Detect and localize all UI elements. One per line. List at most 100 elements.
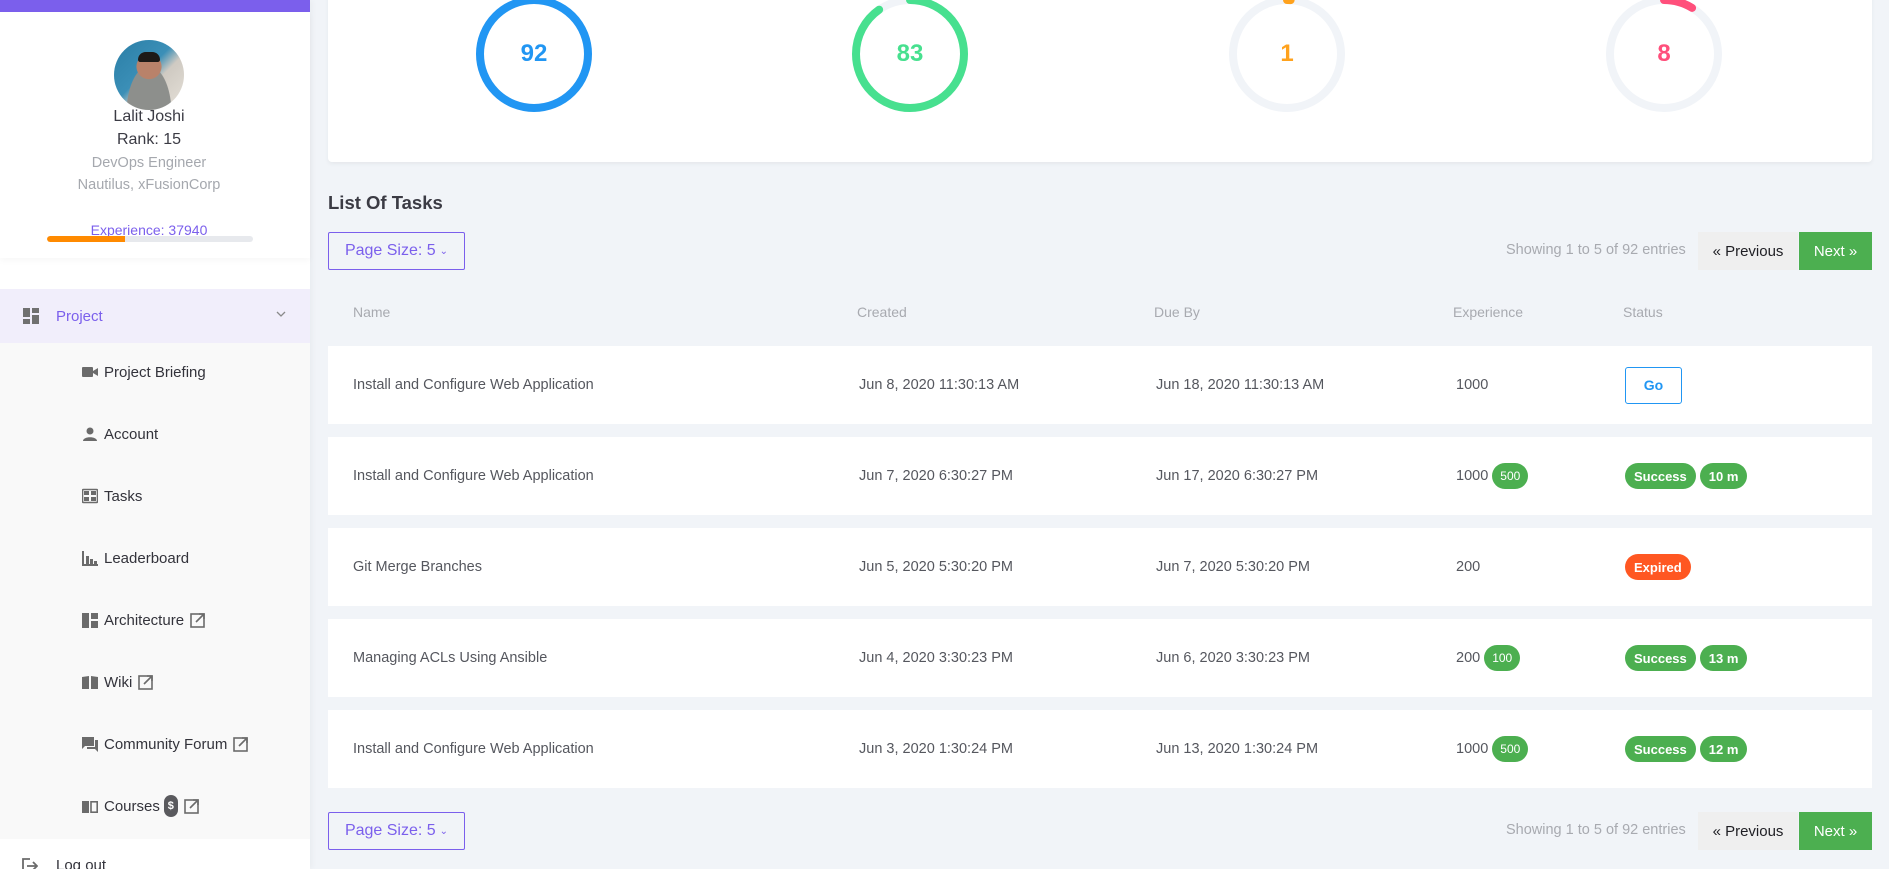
stat-total-tasks: 92: [474, 0, 594, 114]
duration-badge: 12 m: [1699, 736, 1748, 762]
bonus-badge: 500: [1492, 736, 1529, 762]
task-created: Jun 5, 2020 5:30:20 PM: [859, 559, 1013, 575]
experience-value: 200: [1456, 559, 1481, 575]
duration-badge: 10 m: [1699, 463, 1748, 489]
experience-progress-bar: [47, 236, 253, 242]
sidebar-item-project-briefing[interactable]: Project Briefing: [82, 357, 206, 387]
column-header-created[interactable]: Created: [857, 304, 907, 320]
sidebar-item-architecture[interactable]: Architecture: [82, 605, 206, 635]
sidebar-item-tasks[interactable]: Tasks: [82, 481, 142, 511]
sidebar-item-courses[interactable]: Courses $: [82, 791, 200, 821]
book-open-icon: [82, 800, 98, 813]
page-size-dropdown[interactable]: Page Size: 5 ⌄: [328, 232, 465, 270]
profile-name: Lalit Joshi: [113, 108, 185, 125]
task-due-by: Jun 7, 2020 5:30:20 PM: [1156, 559, 1310, 575]
task-stats-card: 92 83 1 8: [328, 0, 1872, 162]
task-experience: 200 100: [1456, 619, 1521, 697]
previous-page-button-bottom[interactable]: « Previous: [1698, 812, 1798, 850]
stat-value: 1: [1280, 40, 1294, 67]
bonus-badge: 100: [1484, 645, 1521, 671]
task-created: Jun 3, 2020 1:30:24 PM: [859, 741, 1013, 757]
table-row[interactable]: Managing ACLs Using Ansible Jun 4, 2020 3…: [328, 619, 1872, 697]
profile-title: DevOps Engineer: [91, 155, 207, 171]
profile-card: Lalit Joshi Rank: 15 DevOps Engineer Nau…: [0, 12, 310, 258]
task-name[interactable]: Install and Configure Web Application: [353, 710, 594, 788]
sidebar-item-account[interactable]: Account: [82, 419, 158, 449]
task-created: Jun 4, 2020 3:30:23 PM: [859, 650, 1013, 666]
task-experience: 1000: [1456, 346, 1488, 424]
task-experience: 1000 500: [1456, 437, 1529, 515]
external-link-icon: [138, 675, 154, 690]
task-experience: 1000 500: [1456, 710, 1529, 788]
avatar[interactable]: [114, 40, 184, 110]
task-due-by: Jun 13, 2020 1:30:24 PM: [1156, 741, 1319, 757]
column-header-due-by[interactable]: Due By: [1154, 304, 1200, 320]
task-status: Success 13 m: [1625, 619, 1748, 697]
chevron-down-icon[interactable]: [274, 307, 288, 321]
next-page-button-bottom[interactable]: Next »: [1799, 812, 1872, 850]
sidebar-item-label: Architecture: [104, 611, 185, 629]
logout-button[interactable]: Log out: [0, 839, 310, 869]
sidebar: Lalit Joshi Rank: 15 DevOps Engineer Nau…: [0, 0, 310, 869]
stat-value: 8: [1657, 40, 1671, 67]
status-badge: Success: [1625, 736, 1696, 762]
task-due-by: Jun 18, 2020 11:30:13 AM: [1156, 377, 1325, 393]
external-link-icon: [190, 613, 205, 628]
stat-expired-tasks: 8: [1604, 0, 1724, 114]
logout-icon: [22, 858, 38, 869]
task-status: Success 12 m: [1625, 710, 1748, 788]
duration-badge: 13 m: [1699, 645, 1748, 671]
project-submenu: Project Briefing Account Tasks Leaderboa…: [0, 343, 310, 839]
list-title: List Of Tasks: [328, 192, 443, 213]
chevron-down-icon: ⌄: [439, 245, 449, 257]
sidebar-item-community-forum[interactable]: Community Forum: [82, 729, 249, 759]
dashboard-icon: [23, 308, 39, 324]
table-row[interactable]: Install and Configure Web Application Jun…: [328, 346, 1872, 424]
column-header-name[interactable]: Name: [353, 304, 390, 320]
go-button[interactable]: Go: [1625, 366, 1682, 404]
table-row[interactable]: Git Merge Branches Jun 5, 2020 5:30:20 PM…: [328, 528, 1872, 606]
sidebar-item-label: Leaderboard: [104, 549, 190, 567]
task-experience: 200: [1456, 528, 1480, 606]
column-header-experience[interactable]: Experience: [1453, 304, 1523, 320]
experience-value: 200: [1456, 650, 1481, 666]
task-status: Success 10 m: [1625, 437, 1748, 515]
task-created: Jun 8, 2020 11:30:13 AM: [859, 377, 1020, 393]
task-due-by: Jun 17, 2020 6:30:27 PM: [1156, 468, 1319, 484]
task-name[interactable]: Git Merge Branches: [353, 528, 482, 606]
previous-page-button[interactable]: « Previous: [1698, 232, 1798, 270]
sidebar-item-label: Project: [56, 307, 103, 325]
sidebar-item-label: Project Briefing: [104, 363, 206, 381]
page-size-dropdown-bottom[interactable]: Page Size: 5 ⌄: [328, 812, 465, 850]
experience-value: 1000: [1456, 741, 1489, 757]
task-name[interactable]: Managing ACLs Using Ansible: [353, 619, 547, 697]
external-link-icon: [184, 799, 199, 814]
table-row[interactable]: Install and Configure Web Application Jun…: [328, 710, 1872, 788]
logout-label: Log out: [56, 857, 107, 869]
next-page-button[interactable]: Next »: [1799, 232, 1872, 270]
experience-value: 1000: [1456, 377, 1489, 393]
sidebar-item-project[interactable]: Project: [0, 289, 310, 343]
sidebar-item-leaderboard[interactable]: Leaderboard: [82, 543, 189, 573]
table-row[interactable]: Install and Configure Web Application Jun…: [328, 437, 1872, 515]
sidebar-item-wiki[interactable]: Wiki: [82, 667, 154, 697]
task-name[interactable]: Install and Configure Web Application: [353, 346, 594, 424]
dashboard-icon: [82, 613, 98, 628]
forum-icon: [82, 737, 98, 752]
stat-pending-tasks: 1: [1227, 0, 1347, 114]
task-status: Go: [1625, 346, 1682, 424]
task-name[interactable]: Install and Configure Web Application: [353, 437, 594, 515]
task-created: Jun 7, 2020 6:30:27 PM: [859, 468, 1013, 484]
stat-value: 83: [896, 40, 924, 67]
chevron-down-icon: ⌄: [439, 825, 449, 837]
profile-rank: Rank: 15: [116, 131, 182, 148]
stat-value: 92: [520, 40, 548, 67]
bar-chart-icon: [82, 551, 98, 566]
column-header-status[interactable]: Status: [1623, 304, 1663, 320]
page-size-label: Page Size: 5: [344, 242, 436, 259]
status-badge: Expired: [1625, 554, 1691, 580]
experience-progress-fill: [47, 236, 126, 242]
sidebar-item-label: Account: [104, 425, 159, 443]
sidebar-item-label: Community Forum: [104, 735, 228, 753]
sidebar-item-label: Courses: [104, 797, 160, 815]
